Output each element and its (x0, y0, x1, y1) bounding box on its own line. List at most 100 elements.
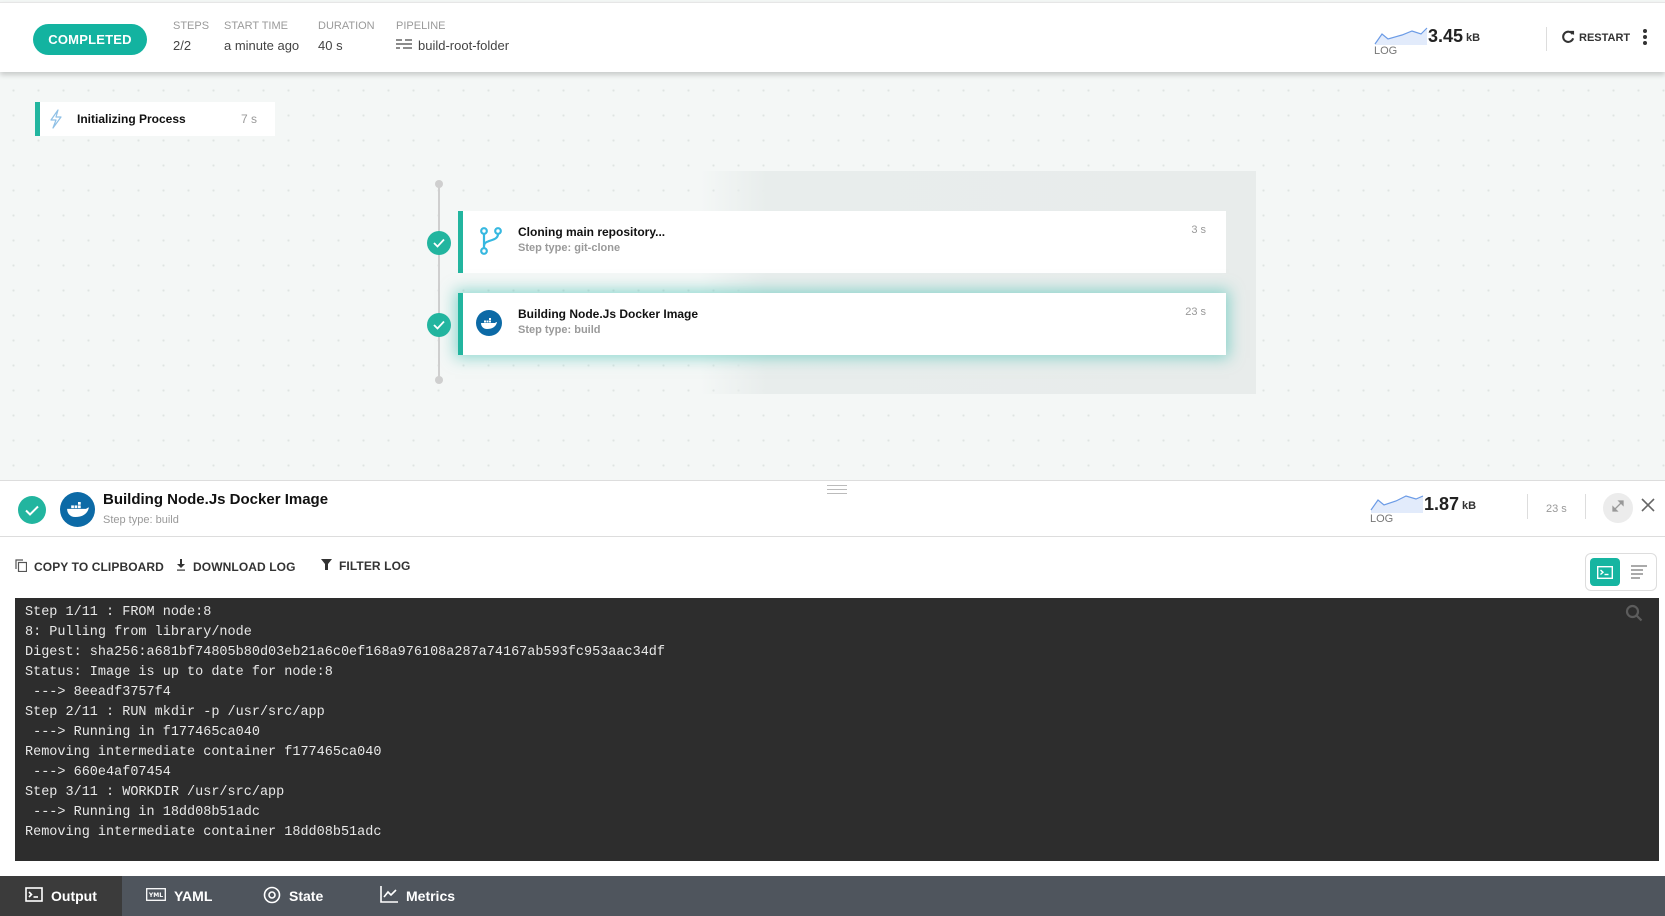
refresh-icon (1562, 30, 1575, 46)
download-icon (176, 559, 186, 574)
steps-group-area (700, 171, 1256, 394)
step-success-icon (427, 313, 451, 337)
divider (1527, 494, 1528, 519)
meta-pipeline: PIPELINE build-root-folder (396, 20, 509, 53)
log-label: LOG (1370, 513, 1394, 525)
log-unit: kB (1462, 500, 1477, 512)
tab-yaml[interactable]: YML YAML (122, 876, 255, 916)
log-line: ---> 660e4af07454 (25, 765, 171, 780)
log-line: Step 3/11 : WORKDIR /usr/src/app (25, 785, 285, 800)
search-icon[interactable] (1625, 604, 1643, 622)
step-success-icon (427, 231, 451, 255)
docker-icon (60, 492, 95, 527)
meta-label: START TIME (224, 20, 288, 32)
filter-icon (321, 559, 332, 573)
pipeline-link[interactable]: build-root-folder (418, 38, 509, 53)
text-view-button[interactable] (1626, 560, 1652, 584)
log-size: 3.45 (1428, 26, 1464, 46)
meta-steps: STEPS 2/2 (173, 20, 209, 53)
divider (1546, 27, 1547, 51)
svg-text:YML: YML (148, 892, 163, 899)
step-name: Cloning main repository... (518, 225, 666, 239)
log-line: Removing intermediate container 18dd08b5… (25, 825, 382, 840)
step-log-size-widget[interactable]: LOG 1.87 kB (1370, 493, 1476, 525)
chart-line-icon (380, 886, 398, 906)
log-lines: Step 1/11 : FROM node:8 8: Pulling from l… (25, 603, 1659, 843)
step-detail-panel: Building Node.Js Docker Image Step type:… (0, 480, 1665, 876)
step-name: Building Node.Js Docker Image (518, 307, 699, 321)
log-line: Digest: sha256:a681bf74805b80d03eb21a6c0… (25, 645, 666, 660)
log-line: 8: Pulling from library/node (25, 625, 252, 640)
log-label: LOG (1374, 45, 1398, 57)
restart-button[interactable]: RESTART (1562, 30, 1630, 46)
meta-value: 40 s (318, 38, 343, 53)
pipeline-header: COMPLETED STEPS 2/2 START TIME a minute … (0, 2, 1665, 72)
tab-label: State (289, 888, 324, 904)
log-line: Step 2/11 : RUN mkdir -p /usr/src/app (25, 705, 325, 720)
tab-label: Metrics (406, 888, 456, 904)
log-line: Status: Image is up to date for node:8 (25, 665, 333, 680)
log-line: ---> Running in f177465ca040 (25, 725, 260, 740)
tab-state[interactable]: State (255, 876, 369, 916)
yaml-icon: YML (146, 888, 166, 904)
restart-label: RESTART (1579, 32, 1631, 44)
log-unit: kB (1466, 32, 1481, 44)
log-toolbar: COPY TO CLIPBOARD DOWNLOAD LOG FILTER LO… (0, 537, 1665, 597)
meta-start-time: START TIME a minute ago (224, 20, 299, 53)
step-duration: 23 s (1185, 306, 1206, 318)
expand-button[interactable] (1603, 493, 1633, 523)
timeline-start-dot (435, 180, 443, 188)
expand-icon (1612, 499, 1624, 517)
terminal-view-button[interactable] (1590, 558, 1620, 586)
filter-log-button[interactable]: FILTER LOG (321, 559, 410, 573)
log-output[interactable]: Step 1/11 : FROM node:8 8: Pulling from l… (15, 598, 1659, 861)
step-duration: 3 s (1191, 224, 1206, 236)
timeline-line (438, 184, 440, 380)
meta-value: a minute ago (224, 38, 300, 53)
status-badge: COMPLETED (33, 24, 147, 55)
tab-label: Output (51, 888, 97, 904)
log-size: 1.87 (1424, 494, 1460, 514)
init-step-duration: 7 s (240, 112, 257, 126)
meta-duration: DURATION 40 s (318, 20, 375, 53)
terminal-icon (25, 887, 43, 905)
download-log-button[interactable]: DOWNLOAD LOG (176, 559, 296, 574)
meta-label: STEPS (173, 20, 210, 32)
pipeline-sliders-icon (396, 38, 412, 53)
tab-label: YAML (174, 888, 213, 904)
log-view-toggle (1585, 553, 1657, 591)
panel-subtitle: Step type: build (103, 514, 179, 526)
init-step-card[interactable]: Initializing Process 7 s (35, 102, 275, 136)
init-step-name: Initializing Process (77, 112, 186, 126)
kebab-menu-icon[interactable] (1641, 29, 1649, 47)
close-icon[interactable] (1640, 497, 1658, 515)
copy-label: COPY TO CLIPBOARD (34, 560, 164, 574)
step-type: Step type: git-clone (518, 242, 621, 254)
panel-title: Building Node.Js Docker Image (103, 491, 329, 508)
download-label: DOWNLOAD LOG (193, 559, 296, 574)
tab-output[interactable]: Output (0, 876, 122, 916)
meta-label: PIPELINE (396, 20, 446, 32)
meta-value: 2/2 (173, 38, 192, 53)
lightning-icon (49, 109, 63, 129)
log-sparkline: LOG (1374, 25, 1428, 57)
log-line: Removing intermediate container f177465c… (25, 745, 382, 760)
timeline-end-dot (435, 376, 443, 384)
copy-icon (15, 559, 28, 575)
divider (1585, 494, 1586, 519)
log-line: ---> Running in 18dd08b51adc (25, 805, 260, 820)
meta-label: DURATION (318, 20, 375, 32)
step-type: Step type: build (518, 324, 601, 336)
step-card-git-clone[interactable]: Cloning main repository... Step type: gi… (458, 211, 1226, 273)
log-sparkline: LOG (1370, 493, 1424, 525)
panel-header: Building Node.Js Docker Image Step type:… (0, 481, 1665, 537)
log-size-widget[interactable]: LOG 3.45 kB (1374, 25, 1480, 57)
tab-metrics[interactable]: Metrics (369, 876, 480, 916)
copy-to-clipboard-button[interactable]: COPY TO CLIPBOARD (15, 559, 164, 575)
target-icon (263, 886, 281, 907)
git-branch-icon (479, 227, 507, 255)
bottom-tab-bar: Output YML YAML State Metrics (0, 876, 1665, 916)
step-card-build[interactable]: Building Node.Js Docker Image Step type:… (458, 293, 1226, 355)
filter-label: FILTER LOG (339, 559, 411, 573)
panel-duration: 23 s (1546, 503, 1567, 515)
